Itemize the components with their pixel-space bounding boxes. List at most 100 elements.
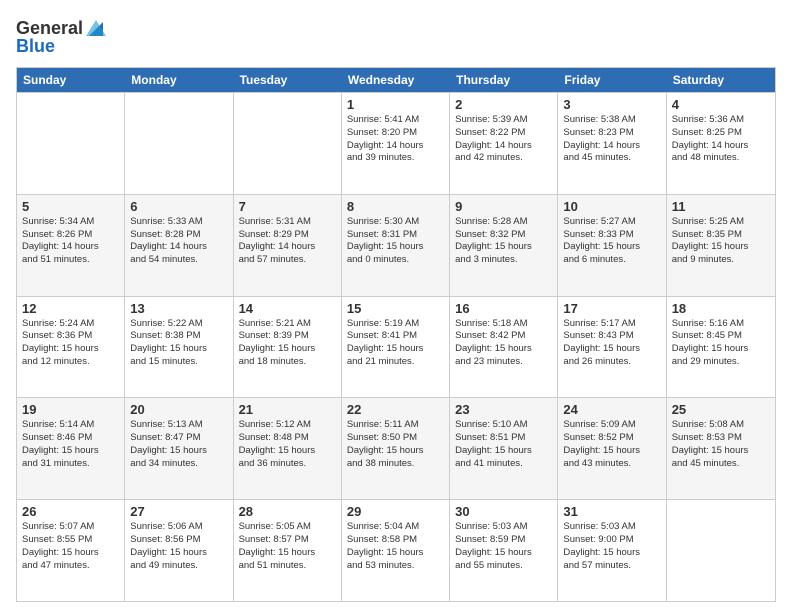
calendar-cell-27: 27 Sunrise: 5:06 AM Sunset: 8:56 PM Dayli… — [125, 500, 233, 601]
calendar-cell-8: 8Sunrise: 5:30 AM Sunset: 8:31 PM Daylig… — [342, 195, 450, 296]
cell-info-text: Sunrise: 5:28 AM Sunset: 8:32 PM Dayligh… — [455, 216, 552, 267]
cell-day-number: 10 — [563, 199, 660, 214]
cell-info-text: Sunrise: 5:08 AM Sunset: 8:53 PM Dayligh… — [672, 419, 770, 470]
calendar-cell-9: 9 Sunrise: 5:28 AM Sunset: 8:32 PM Daylig… — [450, 195, 558, 296]
calendar-cell-23: 23Sunrise: 5:10 AM Sunset: 8:51 PM Dayli… — [450, 398, 558, 499]
calendar-cell-3: 3 Sunrise: 5:38 AM Sunset: 8:23 PM Daylig… — [558, 93, 666, 194]
header-day-monday: Monday — [125, 68, 233, 92]
calendar-cell-31: 31 Sunrise: 5:03 AM Sunset: 9:00 PM Dayli… — [558, 500, 666, 601]
calendar-cell-17: 17 Sunrise: 5:17 AM Sunset: 8:43 PM Dayli… — [558, 297, 666, 398]
cell-day-number: 27 — [130, 504, 227, 519]
calendar-cell-29: 29 Sunrise: 5:04 AM Sunset: 8:58 PM Dayli… — [342, 500, 450, 601]
cell-day-number: 31 — [563, 504, 660, 519]
calendar-cell-empty-4-6 — [667, 500, 775, 601]
cell-info-text: Sunrise: 5:24 AM Sunset: 8:36 PM Dayligh… — [22, 318, 119, 369]
cell-info-text: Sunrise: 5:34 AM Sunset: 8:26 PM Dayligh… — [22, 216, 119, 267]
calendar-cell-empty-0-0 — [17, 93, 125, 194]
calendar-cell-empty-0-1 — [125, 93, 233, 194]
header-day-wednesday: Wednesday — [342, 68, 450, 92]
cell-day-number: 9 — [455, 199, 552, 214]
cell-day-number: 29 — [347, 504, 444, 519]
cell-info-text: Sunrise: 5:19 AM Sunset: 8:41 PM Dayligh… — [347, 318, 444, 369]
cell-info-text: Sunrise: 5:21 AM Sunset: 8:39 PM Dayligh… — [239, 318, 336, 369]
calendar-cell-30: 30Sunrise: 5:03 AM Sunset: 8:59 PM Dayli… — [450, 500, 558, 601]
header-day-thursday: Thursday — [450, 68, 558, 92]
cell-day-number: 17 — [563, 301, 660, 316]
calendar-cell-16: 16Sunrise: 5:18 AM Sunset: 8:42 PM Dayli… — [450, 297, 558, 398]
cell-day-number: 15 — [347, 301, 444, 316]
cell-info-text: Sunrise: 5:13 AM Sunset: 8:47 PM Dayligh… — [130, 419, 227, 470]
header-day-friday: Friday — [558, 68, 666, 92]
cell-day-number: 4 — [672, 97, 770, 112]
logo: General Blue — [16, 16, 108, 57]
cell-day-number: 18 — [672, 301, 770, 316]
calendar-cell-24: 24Sunrise: 5:09 AM Sunset: 8:52 PM Dayli… — [558, 398, 666, 499]
calendar-cell-20: 20 Sunrise: 5:13 AM Sunset: 8:47 PM Dayli… — [125, 398, 233, 499]
cell-info-text: Sunrise: 5:16 AM Sunset: 8:45 PM Dayligh… — [672, 318, 770, 369]
logo-triangle-icon — [84, 16, 108, 40]
cell-day-number: 26 — [22, 504, 119, 519]
page: General Blue SundayMondayTuesdayWednesda… — [0, 0, 792, 612]
cell-info-text: Sunrise: 5:11 AM Sunset: 8:50 PM Dayligh… — [347, 419, 444, 470]
cell-day-number: 5 — [22, 199, 119, 214]
calendar-cell-1: 1Sunrise: 5:41 AM Sunset: 8:20 PM Daylig… — [342, 93, 450, 194]
calendar-cell-empty-0-2 — [234, 93, 342, 194]
cell-info-text: Sunrise: 5:25 AM Sunset: 8:35 PM Dayligh… — [672, 216, 770, 267]
cell-info-text: Sunrise: 5:03 AM Sunset: 9:00 PM Dayligh… — [563, 521, 660, 572]
cell-day-number: 12 — [22, 301, 119, 316]
cell-info-text: Sunrise: 5:09 AM Sunset: 8:52 PM Dayligh… — [563, 419, 660, 470]
cell-info-text: Sunrise: 5:04 AM Sunset: 8:58 PM Dayligh… — [347, 521, 444, 572]
cell-day-number: 14 — [239, 301, 336, 316]
cell-day-number: 21 — [239, 402, 336, 417]
cell-day-number: 7 — [239, 199, 336, 214]
header-day-saturday: Saturday — [667, 68, 775, 92]
header-day-tuesday: Tuesday — [234, 68, 342, 92]
cell-info-text: Sunrise: 5:12 AM Sunset: 8:48 PM Dayligh… — [239, 419, 336, 470]
calendar-row-5: 26 Sunrise: 5:07 AM Sunset: 8:55 PM Dayli… — [17, 499, 775, 601]
calendar-cell-5: 5 Sunrise: 5:34 AM Sunset: 8:26 PM Daylig… — [17, 195, 125, 296]
calendar-row-3: 12 Sunrise: 5:24 AM Sunset: 8:36 PM Dayli… — [17, 296, 775, 398]
cell-info-text: Sunrise: 5:05 AM Sunset: 8:57 PM Dayligh… — [239, 521, 336, 572]
calendar-cell-6: 6Sunrise: 5:33 AM Sunset: 8:28 PM Daylig… — [125, 195, 233, 296]
cell-day-number: 30 — [455, 504, 552, 519]
logo-blue-text: Blue — [16, 36, 55, 57]
cell-day-number: 3 — [563, 97, 660, 112]
calendar-cell-22: 22 Sunrise: 5:11 AM Sunset: 8:50 PM Dayli… — [342, 398, 450, 499]
cell-info-text: Sunrise: 5:27 AM Sunset: 8:33 PM Dayligh… — [563, 216, 660, 267]
cell-info-text: Sunrise: 5:14 AM Sunset: 8:46 PM Dayligh… — [22, 419, 119, 470]
cell-info-text: Sunrise: 5:33 AM Sunset: 8:28 PM Dayligh… — [130, 216, 227, 267]
cell-info-text: Sunrise: 5:36 AM Sunset: 8:25 PM Dayligh… — [672, 114, 770, 165]
calendar-cell-11: 11Sunrise: 5:25 AM Sunset: 8:35 PM Dayli… — [667, 195, 775, 296]
cell-day-number: 22 — [347, 402, 444, 417]
calendar-row-1: 1Sunrise: 5:41 AM Sunset: 8:20 PM Daylig… — [17, 92, 775, 194]
header-day-sunday: Sunday — [17, 68, 125, 92]
calendar-cell-19: 19 Sunrise: 5:14 AM Sunset: 8:46 PM Dayli… — [17, 398, 125, 499]
calendar-cell-10: 10 Sunrise: 5:27 AM Sunset: 8:33 PM Dayli… — [558, 195, 666, 296]
cell-info-text: Sunrise: 5:06 AM Sunset: 8:56 PM Dayligh… — [130, 521, 227, 572]
header: General Blue — [16, 16, 776, 57]
calendar-cell-7: 7Sunrise: 5:31 AM Sunset: 8:29 PM Daylig… — [234, 195, 342, 296]
cell-info-text: Sunrise: 5:38 AM Sunset: 8:23 PM Dayligh… — [563, 114, 660, 165]
calendar-cell-14: 14 Sunrise: 5:21 AM Sunset: 8:39 PM Dayli… — [234, 297, 342, 398]
calendar-row-2: 5 Sunrise: 5:34 AM Sunset: 8:26 PM Daylig… — [17, 194, 775, 296]
cell-day-number: 25 — [672, 402, 770, 417]
cell-day-number: 8 — [347, 199, 444, 214]
cell-day-number: 2 — [455, 97, 552, 112]
cell-info-text: Sunrise: 5:07 AM Sunset: 8:55 PM Dayligh… — [22, 521, 119, 572]
cell-day-number: 23 — [455, 402, 552, 417]
cell-day-number: 28 — [239, 504, 336, 519]
calendar-cell-25: 25 Sunrise: 5:08 AM Sunset: 8:53 PM Dayli… — [667, 398, 775, 499]
cell-info-text: Sunrise: 5:17 AM Sunset: 8:43 PM Dayligh… — [563, 318, 660, 369]
cell-day-number: 20 — [130, 402, 227, 417]
calendar-cell-4: 4 Sunrise: 5:36 AM Sunset: 8:25 PM Daylig… — [667, 93, 775, 194]
cell-day-number: 19 — [22, 402, 119, 417]
calendar-cell-18: 18 Sunrise: 5:16 AM Sunset: 8:45 PM Dayli… — [667, 297, 775, 398]
calendar-body: 1Sunrise: 5:41 AM Sunset: 8:20 PM Daylig… — [17, 92, 775, 601]
cell-info-text: Sunrise: 5:22 AM Sunset: 8:38 PM Dayligh… — [130, 318, 227, 369]
calendar-cell-2: 2 Sunrise: 5:39 AM Sunset: 8:22 PM Daylig… — [450, 93, 558, 194]
calendar-header: SundayMondayTuesdayWednesdayThursdayFrid… — [17, 68, 775, 92]
calendar-cell-15: 15 Sunrise: 5:19 AM Sunset: 8:41 PM Dayli… — [342, 297, 450, 398]
cell-info-text: Sunrise: 5:39 AM Sunset: 8:22 PM Dayligh… — [455, 114, 552, 165]
cell-info-text: Sunrise: 5:18 AM Sunset: 8:42 PM Dayligh… — [455, 318, 552, 369]
calendar-cell-21: 21 Sunrise: 5:12 AM Sunset: 8:48 PM Dayli… — [234, 398, 342, 499]
